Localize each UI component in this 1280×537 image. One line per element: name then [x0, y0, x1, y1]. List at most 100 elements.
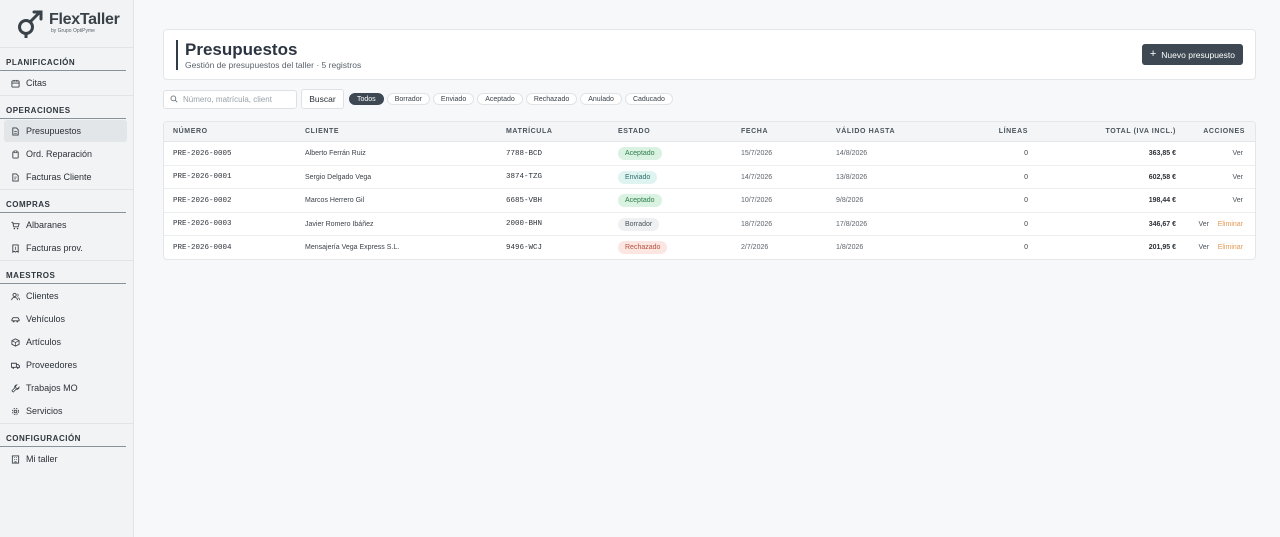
column-header-valido-hasta[interactable]: VÁLIDO HASTA [836, 128, 895, 135]
column-header-lineas[interactable]: LÍNEAS [999, 128, 1028, 135]
sidebar-item-presupuestos[interactable]: Presupuestos [4, 120, 127, 142]
search-input[interactable] [183, 94, 293, 104]
line-count: 0 [1024, 150, 1028, 157]
sidebar-item-label: Proveedores [26, 360, 78, 370]
gear-icon [10, 406, 20, 416]
plus-icon: + [1149, 48, 1157, 60]
search-button[interactable]: Buscar [301, 89, 344, 109]
nav-section-operaciones: OPERACIONES Presupuestos Ord. Reparación… [0, 101, 133, 188]
sidebar-item-label: Presupuestos [26, 126, 82, 136]
view-link[interactable]: Ver [1198, 221, 1209, 228]
sidebar-item-mi-taller[interactable]: Mi taller [4, 448, 127, 470]
status-badge: Aceptado [618, 194, 662, 208]
divider [0, 423, 133, 426]
sidebar-item-articulos[interactable]: Artículos [4, 331, 127, 353]
delete-link[interactable]: Eliminar [1218, 244, 1243, 251]
section-title: COMPRAS [0, 195, 126, 213]
sidebar-item-label: Trabajos MO [26, 383, 78, 393]
view-link[interactable]: Ver [1232, 174, 1243, 181]
budget-number[interactable]: PRE-2026-0005 [173, 150, 232, 158]
section-title: OPERACIONES [0, 101, 126, 119]
budget-total: 346,67 € [1148, 220, 1176, 228]
table-row[interactable]: PRE-2026-0002 Marcos Herrero Gil 6685-VB… [164, 189, 1255, 213]
sidebar-item-servicios[interactable]: Servicios [4, 400, 127, 422]
table-row[interactable]: PRE-2026-0001 Sergio Delgado Vega 3874-T… [164, 166, 1255, 190]
sidebar-item-label: Mi taller [26, 454, 58, 464]
main-content: Presupuestos Gestión de presupuestos del… [134, 0, 1280, 537]
license-plate: 3874-TZG [506, 173, 543, 182]
delete-link[interactable]: Eliminar [1218, 221, 1243, 228]
filter-chip-rechazado[interactable]: Rechazado [525, 93, 578, 105]
budget-number[interactable]: PRE-2026-0002 [173, 197, 232, 205]
brand-logo[interactable]: FlexTaller by Grupo OptiPyme [0, 0, 133, 46]
table-row[interactable]: PRE-2026-0003 Javier Romero Ibáñez 2000-… [164, 213, 1255, 237]
table-row[interactable]: PRE-2026-0004 Mensajería Vega Express S.… [164, 236, 1255, 259]
view-link[interactable]: Ver [1198, 244, 1209, 251]
client-name: Alberto Ferrán Ruiz [305, 150, 366, 157]
sidebar-item-label: Clientes [26, 291, 59, 301]
filter-chip-anulado[interactable]: Anulado [580, 93, 622, 105]
column-header-matricula[interactable]: MATRÍCULA [506, 128, 552, 135]
new-budget-button[interactable]: + Nuevo presupuesto [1141, 44, 1243, 65]
view-link[interactable]: Ver [1232, 197, 1243, 204]
nav-section-maestros: MAESTROS Clientes Vehículos Artículos Pr… [0, 266, 133, 422]
license-plate: 2000-BHN [506, 220, 543, 229]
filter-chip-aceptado[interactable]: Aceptado [477, 93, 523, 105]
column-header-fecha[interactable]: FECHA [741, 128, 768, 135]
filter-chip-borrador[interactable]: Borrador [386, 93, 430, 105]
client-name: Mensajería Vega Express S.L. [305, 244, 400, 252]
line-count: 0 [1024, 197, 1028, 205]
building-icon [10, 454, 20, 464]
sidebar-item-citas[interactable]: Citas [4, 72, 127, 94]
budget-date: 15/7/2026 [741, 150, 773, 157]
column-header-total[interactable]: TOTAL (IVA INCL.) [1106, 128, 1176, 135]
column-header-cliente[interactable]: CLIENTE [305, 128, 339, 135]
sidebar-item-label: Vehículos [26, 314, 66, 324]
receipt-icon [10, 243, 20, 253]
header-accent-bar [176, 40, 178, 70]
budget-number[interactable]: PRE-2026-0004 [173, 244, 232, 252]
table-row[interactable]: PRE-2026-0005 Alberto Ferrán Ruiz 7788-B… [164, 142, 1255, 166]
column-header-numero[interactable]: NÚMERO [173, 128, 208, 135]
search-box[interactable] [163, 89, 297, 109]
sidebar-item-vehiculos[interactable]: Vehículos [4, 308, 127, 330]
budget-date: 10/7/2026 [741, 197, 773, 205]
filter-chip-caducado[interactable]: Caducado [624, 93, 673, 105]
valid-until-date: 17/8/2026 [836, 220, 868, 228]
sidebar-item-label: Facturas Cliente [26, 172, 92, 182]
valid-until-date: 9/8/2026 [836, 197, 864, 205]
page-subtitle: Gestión de presupuestos del taller · 5 r… [185, 60, 362, 70]
column-header-acciones: ACCIONES [1203, 128, 1245, 135]
sidebar-item-proveedores[interactable]: Proveedores [4, 354, 127, 376]
status-badge: Rechazado [618, 241, 668, 255]
line-count: 0 [1024, 173, 1028, 181]
sidebar-item-label: Facturas prov. [26, 243, 83, 253]
budget-number[interactable]: PRE-2026-0001 [173, 173, 232, 181]
client-name: Marcos Herrero Gil [305, 197, 365, 205]
valid-until-date: 13/8/2026 [836, 173, 868, 181]
sidebar-item-facturas-cliente[interactable]: Facturas Cliente [4, 166, 127, 188]
budget-total: 363,85 € [1148, 150, 1176, 157]
filter-chip-enviado[interactable]: Enviado [432, 93, 475, 105]
budget-total: 201,95 € [1148, 244, 1176, 252]
sidebar-item-label: Albaranes [26, 220, 67, 230]
sidebar-item-albaranes[interactable]: Albaranes [4, 214, 127, 236]
sidebar-item-trabajos-mo[interactable]: Trabajos MO [4, 377, 127, 399]
sidebar-item-clientes[interactable]: Clientes [4, 285, 127, 307]
divider [0, 47, 133, 50]
filter-chip-todos[interactable]: Todos [349, 93, 384, 105]
line-count: 0 [1024, 244, 1028, 252]
budget-number[interactable]: PRE-2026-0003 [173, 220, 232, 228]
car-icon [10, 314, 20, 324]
sidebar-item-facturas-prov[interactable]: Facturas prov. [4, 237, 127, 259]
view-link[interactable]: Ver [1232, 150, 1243, 157]
valid-until-date: 14/8/2026 [836, 150, 868, 157]
section-title: MAESTROS [0, 266, 126, 284]
section-title: PLANIFICACIÓN [0, 53, 126, 71]
sidebar-item-ord-reparacion[interactable]: Ord. Reparación [4, 143, 127, 165]
divider [0, 260, 133, 263]
new-budget-label: Nuevo presupuesto [1161, 49, 1235, 60]
status-badge: Borrador [618, 217, 660, 231]
column-header-estado[interactable]: ESTADO [618, 128, 650, 135]
status-badge: Aceptado [618, 147, 662, 160]
